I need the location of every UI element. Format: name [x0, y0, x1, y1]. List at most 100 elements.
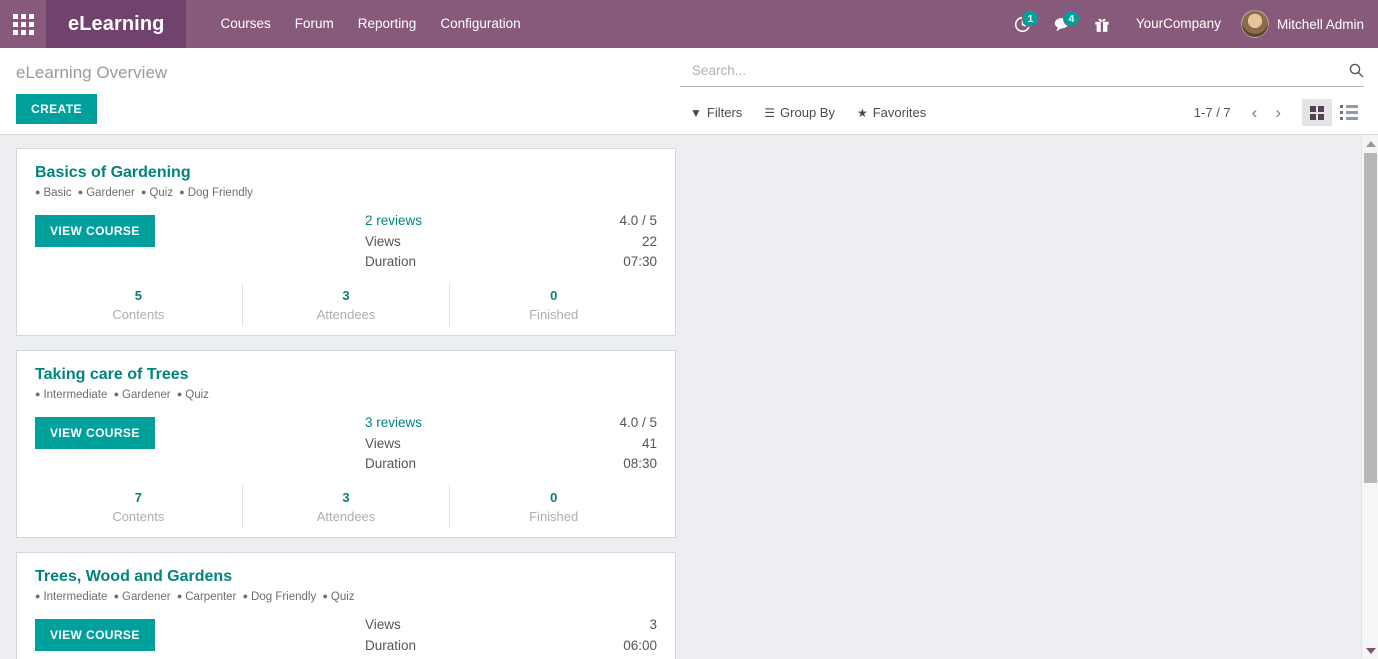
- search-input[interactable]: [690, 62, 1341, 79]
- scroll-down-button[interactable]: [1362, 642, 1378, 659]
- stat-contents[interactable]: 7 Contents: [35, 485, 242, 528]
- rating-value: 4.0 / 5: [619, 415, 657, 430]
- apps-grid-icon: [12, 13, 34, 35]
- course-stats: 7 Contents 3 Attendees 0 Finished: [35, 485, 657, 537]
- reviews-link[interactable]: 2 reviews: [365, 211, 422, 232]
- menu-item-forum[interactable]: Forum: [283, 0, 346, 48]
- course-tags: ● Basic ● Gardener ● Quiz ● Dog Friendly: [35, 187, 253, 199]
- control-panel-left: eLearning Overview CREATE: [0, 48, 680, 134]
- scrollbar-track[interactable]: [1362, 483, 1378, 642]
- activity-menu-button[interactable]: 1: [1004, 0, 1041, 48]
- course-card[interactable]: Taking care of Trees ● Intermediate ● Gard…: [16, 350, 676, 538]
- duration-value: 06:00: [623, 637, 657, 653]
- brand-elearning[interactable]: eLearning: [46, 0, 187, 48]
- search-bar: [680, 58, 1364, 87]
- course-title[interactable]: Basics of Gardening: [35, 163, 657, 183]
- main-menu: Courses Forum Reporting Configuration: [208, 0, 532, 48]
- course-tags: ● Intermediate ● Gardener ● Carpenter ● Dog …: [35, 591, 355, 603]
- reviews-row: 3 reviews 4.0 / 5: [365, 413, 657, 434]
- view-switcher: [1302, 99, 1364, 126]
- group-by-icon: ☰: [764, 105, 776, 120]
- control-panel-right: ▼ Filters ☰ Group By ★ Favorites 1-7 / 7…: [680, 48, 1378, 134]
- kanban-view-button[interactable]: [1302, 99, 1332, 126]
- duration-value: 08:30: [623, 456, 657, 471]
- filter-icon: ▼: [690, 105, 702, 120]
- views-label: Views: [365, 233, 401, 249]
- activity-badge: 1: [1021, 10, 1039, 27]
- course-title[interactable]: Taking care of Trees: [35, 365, 657, 385]
- apps-menu-button[interactable]: [0, 0, 46, 48]
- group-by-label: Group By: [780, 105, 835, 120]
- course-card[interactable]: Trees, Wood and Gardens ● Intermediate ● G…: [16, 552, 676, 659]
- view-course-button[interactable]: VIEW COURSE: [35, 215, 155, 247]
- attendees-label: Attendees: [316, 509, 376, 524]
- gift-icon: [1095, 18, 1109, 32]
- pager-previous-button[interactable]: ‹: [1245, 104, 1265, 121]
- views-label: Views: [365, 617, 401, 632]
- avatar: [1240, 10, 1269, 38]
- attendees-label: Attendees: [316, 307, 376, 322]
- pager: 1-7 / 7 ‹ ›: [1194, 99, 1364, 126]
- course-title[interactable]: Trees, Wood and Gardens: [35, 567, 657, 587]
- finished-label: Finished: [529, 509, 579, 524]
- menu-item-reporting[interactable]: Reporting: [346, 0, 429, 48]
- list-view-button[interactable]: [1334, 99, 1364, 126]
- menu-item-courses[interactable]: Courses: [208, 0, 282, 48]
- views-value: 3: [649, 617, 657, 632]
- duration-row: Duration 08:30: [365, 454, 657, 475]
- list-view-icon: [1340, 105, 1358, 120]
- stat-attendees[interactable]: 3 Attendees: [241, 485, 450, 528]
- duration-label: Duration: [365, 637, 417, 653]
- course-tags: ● Intermediate ● Gardener ● Quiz: [35, 389, 209, 401]
- finished-count: 0: [550, 288, 558, 303]
- stat-attendees[interactable]: 3 Attendees: [241, 283, 450, 326]
- views-row: Views 3: [365, 615, 657, 636]
- scrollbar-thumb[interactable]: [1364, 153, 1377, 483]
- views-row: Views 41: [365, 434, 657, 455]
- views-value: 41: [641, 435, 657, 451]
- messaging-menu-button[interactable]: 4: [1043, 0, 1082, 48]
- view-course-button[interactable]: VIEW COURSE: [35, 417, 155, 449]
- views-value: 22: [641, 233, 657, 249]
- vertical-scrollbar[interactable]: [1361, 135, 1378, 659]
- duration-label: Duration: [365, 254, 417, 269]
- create-button[interactable]: CREATE: [16, 94, 97, 124]
- attendees-count: 3: [342, 288, 350, 303]
- menu-item-configuration[interactable]: Configuration: [428, 0, 532, 48]
- course-card[interactable]: Basics of Gardening ● Basic ● Gardener ● Qu…: [16, 148, 676, 336]
- stat-contents[interactable]: 5 Contents: [35, 283, 242, 326]
- gift-menu-button[interactable]: [1084, 0, 1120, 48]
- finished-label: Finished: [529, 307, 579, 322]
- views-label: Views: [365, 435, 401, 451]
- pager-next-button[interactable]: ›: [1268, 104, 1288, 121]
- top-navbar: eLearning Courses Forum Reporting Config…: [0, 0, 1378, 48]
- reviews-link[interactable]: 3 reviews: [365, 413, 422, 434]
- kanban-scroll-area: Basics of Gardening ● Basic ● Gardener ● Qu…: [0, 135, 1378, 659]
- triangle-down-icon: [1365, 647, 1376, 654]
- duration-row: Duration 06:00: [365, 636, 657, 657]
- kanban-view-icon: [1310, 105, 1324, 120]
- contents-label: Contents: [112, 307, 165, 322]
- contents-label: Contents: [112, 509, 165, 524]
- control-panel: eLearning Overview CREATE ▼ Filters ☰ Gr…: [0, 48, 1378, 135]
- course-stats: 5 Contents 3 Attendees 0 Finished: [35, 283, 657, 335]
- favorites-dropdown[interactable]: ★ Favorites: [857, 105, 926, 120]
- breadcrumb: eLearning Overview: [16, 63, 168, 82]
- stat-finished[interactable]: 0 Finished: [449, 283, 657, 326]
- duration-value: 07:30: [623, 254, 657, 269]
- navbar-systray: 1 4 YourCompany Mitchell Admin: [1004, 0, 1378, 48]
- group-by-dropdown[interactable]: ☰ Group By: [764, 105, 835, 120]
- contents-count: 7: [134, 490, 142, 505]
- filters-dropdown[interactable]: ▼ Filters: [690, 105, 742, 120]
- star-icon: ★: [856, 105, 868, 120]
- company-switcher[interactable]: YourCompany: [1122, 0, 1235, 48]
- reviews-row: 2 reviews 4.0 / 5: [365, 211, 657, 232]
- stat-finished[interactable]: 0 Finished: [449, 485, 657, 528]
- duration-label: Duration: [365, 456, 417, 471]
- view-course-button[interactable]: VIEW COURSE: [35, 619, 155, 651]
- attendees-count: 3: [342, 490, 350, 505]
- search-icon[interactable]: [1341, 63, 1364, 78]
- scroll-up-button[interactable]: [1362, 135, 1378, 152]
- user-menu-button[interactable]: Mitchell Admin: [1237, 10, 1364, 38]
- rating-value: 4.0 / 5: [619, 213, 657, 228]
